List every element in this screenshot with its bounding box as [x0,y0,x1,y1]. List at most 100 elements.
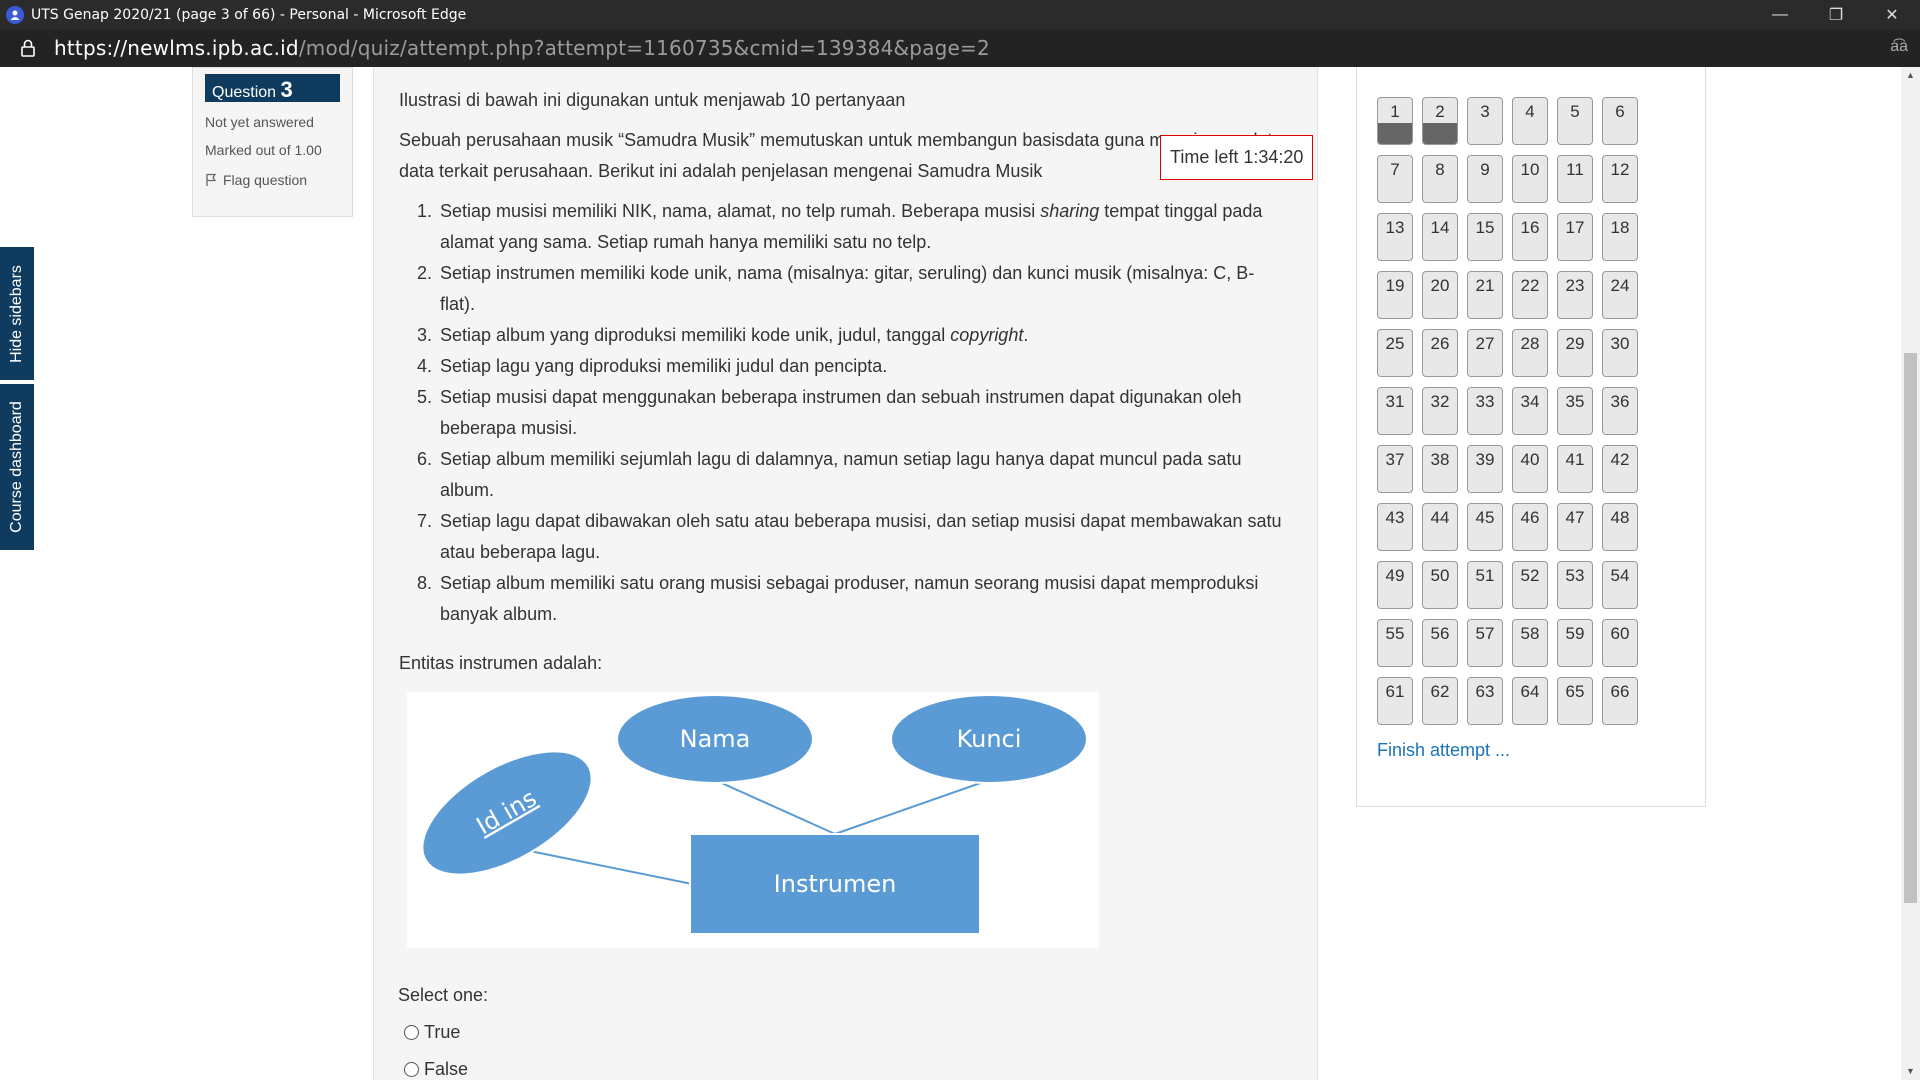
scroll-down-icon[interactable]: ▼ [1901,1063,1920,1080]
hide-sidebars-label: Hide sidebars [8,264,26,363]
option-true-label: True [424,1022,461,1042]
question-nav-button[interactable]: 18 [1602,213,1638,261]
question-nav-button[interactable]: 33 [1467,387,1503,435]
flag-question-link[interactable]: Flag question [205,172,340,188]
question-nav-button[interactable]: 51 [1467,561,1503,609]
url-scheme: https:// [54,36,128,60]
question-nav-button[interactable]: 53 [1557,561,1593,609]
question-nav-button[interactable]: 54 [1602,561,1638,609]
question-nav-button[interactable]: 57 [1467,619,1503,667]
course-dashboard-tab[interactable]: Course dashboard [0,384,34,550]
question-nav-button[interactable]: 35 [1557,387,1593,435]
radio-false[interactable] [404,1062,419,1077]
requirement-item: Setiap musisi memiliki NIK, nama, alamat… [437,196,1289,258]
question-nav-button[interactable]: 15 [1467,213,1503,261]
question-nav-button[interactable]: 32 [1422,387,1458,435]
restore-button[interactable]: ❐ [1808,0,1864,29]
question-nav-button[interactable]: 7 [1377,155,1413,203]
close-button[interactable]: ✕ [1864,0,1920,29]
page-scrollbar[interactable]: ▲ ▼ [1901,67,1920,1080]
question-nav-button[interactable]: 16 [1512,213,1548,261]
question-nav-button[interactable]: 58 [1512,619,1548,667]
question-nav-button[interactable]: 13 [1377,213,1413,261]
requirement-text: Setiap musisi dapat menggunakan beberapa… [440,387,1242,438]
question-nav-button[interactable]: 25 [1377,329,1413,377]
question-nav-button[interactable]: 40 [1512,445,1548,493]
minimize-button[interactable]: — [1752,0,1808,29]
question-nav-button[interactable]: 56 [1422,619,1458,667]
question-nav-button[interactable]: 42 [1602,445,1638,493]
question-nav-button[interactable]: 30 [1602,329,1638,377]
question-nav-button[interactable]: 26 [1422,329,1458,377]
question-nav-button[interactable]: 39 [1467,445,1503,493]
question-nav-button[interactable]: 4 [1512,97,1548,145]
question-number: 3 [280,77,293,102]
option-false[interactable]: False [404,1059,468,1080]
question-nav-button[interactable]: 3 [1467,97,1503,145]
scrollbar-thumb[interactable] [1904,353,1917,903]
question-nav-button[interactable]: 14 [1422,213,1458,261]
line-nama-instrumen [714,779,836,835]
question-nav-button[interactable]: 22 [1512,271,1548,319]
read-aloud-icon[interactable]: a͡a [1890,38,1908,56]
question-nav-button[interactable]: 38 [1422,445,1458,493]
question-nav-button[interactable]: 28 [1512,329,1548,377]
question-nav-button[interactable]: 6 [1602,97,1638,145]
question-nav-button[interactable]: 55 [1377,619,1413,667]
question-nav-button[interactable]: 46 [1512,503,1548,551]
question-nav-button[interactable]: 5 [1557,97,1593,145]
question-nav-button[interactable]: 60 [1602,619,1638,667]
requirement-text: Setiap lagu dapat dibawakan oleh satu at… [440,511,1282,562]
question-nav-button[interactable]: 34 [1512,387,1548,435]
question-nav-button[interactable]: 1 [1377,97,1413,145]
requirement-item: Setiap instrumen memiliki kode unik, nam… [437,258,1289,320]
question-nav-button[interactable]: 48 [1602,503,1638,551]
question-nav-button[interactable]: 65 [1557,677,1593,725]
url-text[interactable]: https://newlms.ipb.ac.id/mod/quiz/attemp… [54,36,990,60]
question-nav-button[interactable]: 49 [1377,561,1413,609]
option-true[interactable]: True [404,1022,460,1043]
line-idins-instrumen [524,849,693,885]
question-nav-button[interactable]: 31 [1377,387,1413,435]
finish-attempt-link[interactable]: Finish attempt ... [1377,740,1510,761]
question-nav-button[interactable]: 12 [1602,155,1638,203]
question-nav-button[interactable]: 29 [1557,329,1593,377]
question-nav-button[interactable]: 27 [1467,329,1503,377]
question-nav-button[interactable]: 61 [1377,677,1413,725]
question-nav-button[interactable]: 20 [1422,271,1458,319]
question-nav-button[interactable]: 9 [1467,155,1503,203]
question-nav-button[interactable]: 11 [1557,155,1593,203]
question-info: Question 3 Not yet answered Marked out o… [192,67,353,217]
question-nav-button[interactable]: 36 [1602,387,1638,435]
question-nav-button[interactable]: 44 [1422,503,1458,551]
radio-true[interactable] [404,1025,419,1040]
attr-kunci: Kunci [957,725,1022,753]
question-nav-button[interactable]: 50 [1422,561,1458,609]
question-nav-button[interactable]: 43 [1377,503,1413,551]
requirement-text: Setiap album memiliki satu orang musisi … [440,573,1259,624]
attr-nama: Nama [680,725,751,753]
question-nav-button[interactable]: 62 [1422,677,1458,725]
question-nav-button[interactable]: 2 [1422,97,1458,145]
question-nav-button[interactable]: 64 [1512,677,1548,725]
question-nav-button[interactable]: 24 [1602,271,1638,319]
question-nav-button[interactable]: 17 [1557,213,1593,261]
requirement-text: Setiap album memiliki sejumlah lagu di d… [440,449,1242,500]
page: Hide sidebars Course dashboard Question … [0,67,1920,1080]
question-nav-button[interactable]: 37 [1377,445,1413,493]
question-nav-button[interactable]: 10 [1512,155,1548,203]
hide-sidebars-tab[interactable]: Hide sidebars [0,247,34,380]
question-nav-button[interactable]: 23 [1557,271,1593,319]
question-nav-button[interactable]: 52 [1512,561,1548,609]
question-nav-button[interactable]: 63 [1467,677,1503,725]
question-nav-button[interactable]: 21 [1467,271,1503,319]
question-nav-button[interactable]: 8 [1422,155,1458,203]
question-nav-button[interactable]: 41 [1557,445,1593,493]
address-bar[interactable]: https://newlms.ipb.ac.id/mod/quiz/attemp… [0,29,1920,67]
question-nav-button[interactable]: 66 [1602,677,1638,725]
question-nav-button[interactable]: 47 [1557,503,1593,551]
question-nav-button[interactable]: 19 [1377,271,1413,319]
scroll-up-icon[interactable]: ▲ [1901,67,1920,84]
question-nav-button[interactable]: 45 [1467,503,1503,551]
question-nav-button[interactable]: 59 [1557,619,1593,667]
